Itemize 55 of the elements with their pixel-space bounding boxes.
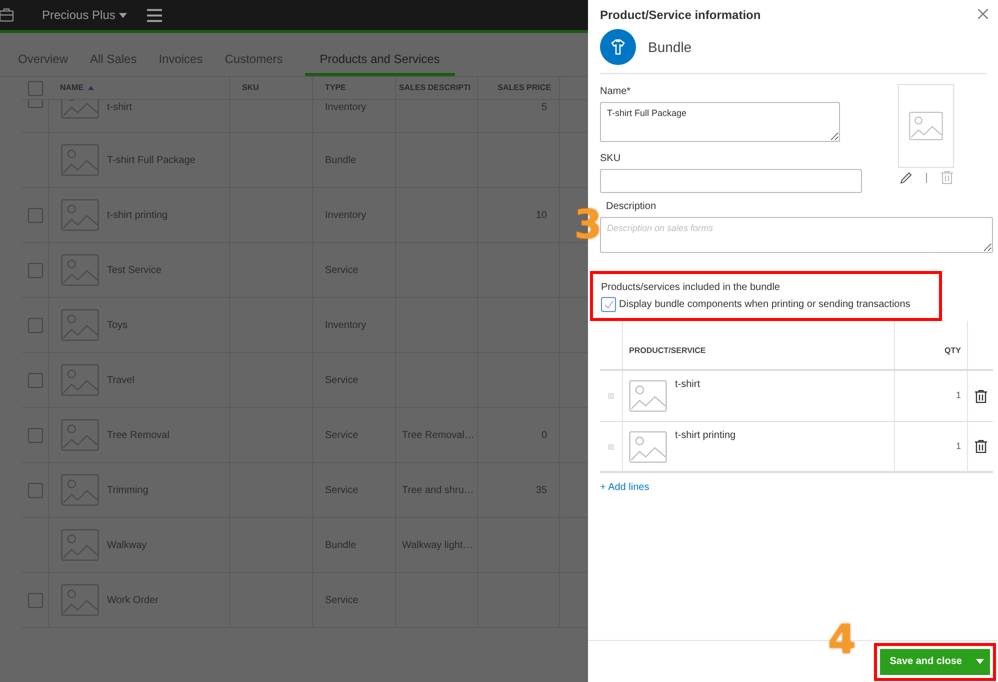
table-cell-text: Bundle: [325, 538, 356, 552]
table-cell-text: 35: [536, 484, 547, 498]
table-cell-text: Test Service: [107, 264, 162, 278]
add-lines-link[interactable]: + Add lines: [600, 480, 650, 495]
table-cell-text: Work Order: [107, 594, 158, 608]
company-menu[interactable]: Precious Plus: [42, 6, 128, 24]
table-cell-text: Service: [325, 594, 358, 608]
table-cell-text: Walkway light…: [402, 538, 473, 552]
column-header[interactable]: TYPE: [325, 82, 346, 94]
table-cell-text: Tree Removal…: [402, 428, 474, 442]
field-label: Description: [606, 200, 658, 214]
table-cell-text: Trimming: [107, 484, 148, 498]
table-cell-text: Tree and shru…: [402, 484, 474, 498]
table-cell-text: Service: [325, 264, 358, 278]
table-cell-text: T-shirt Full Package: [107, 154, 196, 168]
name-field[interactable]: T-shirt Full Package: [600, 102, 840, 142]
table-cell-text: Inventory: [325, 208, 366, 222]
column-header: PRODUCT/SERVICE: [629, 346, 706, 355]
step-number: 4: [828, 620, 856, 660]
column-header: QTY: [944, 346, 961, 355]
table-cell-text: t-shirt printing: [107, 208, 168, 222]
table-cell-text: Tree Removal: [107, 428, 170, 442]
section-title: Products/services included in the bundle: [601, 281, 781, 295]
table-cell-text: Service: [325, 374, 358, 388]
tab[interactable]: Invoices: [158, 44, 203, 76]
column-header[interactable]: SKU: [242, 82, 259, 94]
table-cell-text: Service: [325, 484, 358, 498]
table-cell-text: Walkway: [107, 538, 147, 552]
table-cell-text: t-shirt: [107, 101, 132, 115]
table-cell-text: Travel: [107, 374, 134, 388]
field-label: SKU: [600, 152, 622, 166]
table-cell-text: 1: [956, 440, 961, 453]
table-cell-text: t-shirt: [675, 378, 700, 392]
table-cell-text: Inventory: [325, 318, 366, 332]
column-header[interactable]: SALES PRICE: [498, 82, 551, 94]
item-type: Bundle: [648, 38, 692, 56]
checkbox-label: Display bundle components when printing or sending transactions: [619, 298, 910, 312]
table-cell-text: Inventory: [325, 101, 366, 115]
tab[interactable]: Customers: [224, 44, 283, 76]
column-header[interactable]: SALES DESCRIPTI: [399, 82, 471, 94]
table-cell-text: Toys: [107, 318, 128, 332]
table-cell-text: 1: [956, 389, 961, 402]
panel-title: Product/Service information: [600, 7, 761, 24]
table-cell-text: Bundle: [325, 154, 356, 168]
description-field[interactable]: Description on sales forms: [600, 217, 993, 253]
field-label: Name*: [600, 85, 632, 99]
column-header[interactable]: NAME: [60, 82, 84, 94]
save-and-close-button[interactable]: Save and close: [880, 648, 990, 674]
table-cell-text: 5: [541, 101, 547, 115]
table-cell-text: t-shirt printing: [675, 429, 736, 443]
table-cell-text: Service: [325, 428, 358, 442]
tab[interactable]: All Sales: [90, 44, 137, 76]
table-cell-text: 10: [536, 208, 547, 222]
tab[interactable]: Overview: [18, 44, 68, 76]
table-cell-text: 0: [541, 428, 547, 442]
